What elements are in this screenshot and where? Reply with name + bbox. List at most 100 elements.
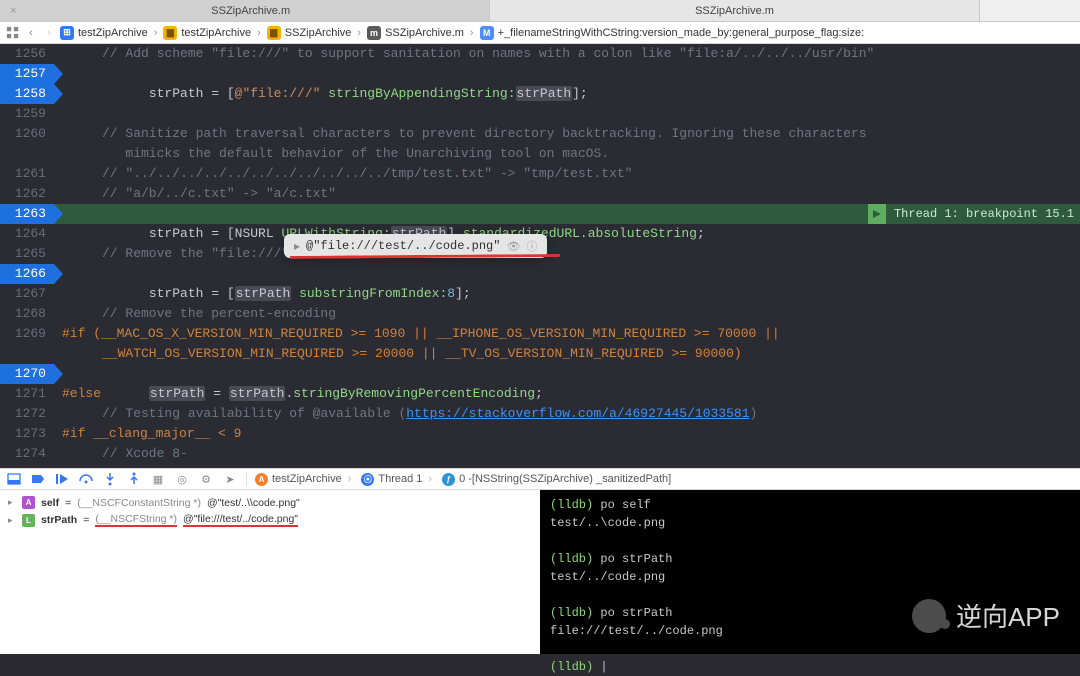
console-cursor[interactable]: |	[600, 660, 607, 674]
line-number[interactable]: 1258	[0, 84, 54, 104]
watermark-text: 逆向APP	[956, 597, 1060, 634]
disclosure-icon[interactable]: ▸	[8, 497, 16, 508]
line-number[interactable]: 1264	[0, 224, 54, 244]
breadcrumb-method[interactable]: M +_filenameStringWithCString:version_ma…	[480, 26, 873, 40]
objc-file-icon: m	[367, 26, 381, 40]
breakpoint-status-text: Thread 1: breakpoint 15.1	[894, 207, 1074, 221]
tabbar-rest	[980, 0, 1080, 21]
project-icon: ⊞	[60, 26, 74, 40]
related-items-icon[interactable]	[6, 26, 20, 40]
equals: =	[65, 497, 71, 509]
line-number[interactable]: 1257	[0, 64, 54, 84]
breadcrumb-group[interactable]: ▆ testZipArchive	[163, 26, 262, 40]
crumb-label: SSZipArchive.m	[385, 27, 464, 39]
line-number[interactable]: 1273	[0, 424, 54, 444]
breakpoint-status[interactable]: Thread 1: breakpoint 15.1	[868, 204, 1080, 224]
jump-bar[interactable]: ‹ › ⊞ testZipArchive ▆ testZipArchive ▆ …	[0, 22, 1080, 44]
editor-tab[interactable]: SSZipArchive.m	[490, 0, 980, 21]
console-cmd: po self	[600, 498, 650, 512]
code-preproc: __WATCH_OS_VERSION_MIN_REQUIRED >= 20000…	[102, 346, 742, 361]
lldb-prompt: (lldb)	[550, 660, 593, 674]
code-comment: // Xcode 8-	[102, 446, 188, 461]
line-number[interactable]: 1260	[0, 124, 54, 144]
breakpoints-toggle-icon[interactable]	[30, 471, 46, 487]
variables-view[interactable]: ▸ A self = (__NSCFConstantString *) @"te…	[0, 490, 540, 654]
line-number[interactable]: 1274	[0, 444, 54, 464]
console-output: test/..\code.png	[550, 514, 1070, 532]
line-number[interactable]: 1259	[0, 104, 54, 124]
disclosure-icon[interactable]: ▸	[8, 515, 16, 526]
nav-forward-icon[interactable]: ›	[42, 26, 56, 40]
line-number[interactable]: 1269	[0, 324, 54, 344]
crumb-label: Thread 1	[378, 473, 422, 485]
debug-crumb-process[interactable]: A testZipArchive	[255, 473, 353, 486]
nav-back-icon[interactable]: ‹	[24, 26, 38, 40]
code-comment: // Add scheme "file:///" to support sani…	[102, 46, 874, 61]
debug-crumb-frame[interactable]: ƒ 0 -[NSString(SSZipArchive) _sanitizedP…	[442, 473, 679, 486]
line-number[interactable]: 1272	[0, 404, 54, 424]
line-number[interactable]: 1271	[0, 384, 54, 404]
quicklook-icon[interactable]: 👁	[506, 240, 520, 253]
watermark: 逆向APP	[912, 597, 1060, 634]
line-number[interactable]: 1270	[0, 364, 54, 384]
hide-debug-area-icon[interactable]	[6, 471, 22, 487]
lldb-prompt: (lldb)	[550, 552, 593, 566]
crumb-label: SSZipArchive	[285, 27, 352, 39]
editor-tab[interactable]: × SSZipArchive.m	[0, 0, 490, 21]
console-cmd: po strPath	[600, 552, 672, 566]
folder-icon: ▆	[163, 26, 177, 40]
frame-icon: ƒ	[442, 473, 455, 486]
var-name: self	[41, 497, 59, 509]
info-icon[interactable]: ⓘ	[526, 238, 537, 254]
line-number[interactable]: 1256	[0, 44, 54, 64]
code-comment: // "../../../../../../../../../../../tmp…	[102, 166, 633, 181]
tab-title: SSZipArchive.m	[500, 5, 969, 17]
pc-indicator-icon	[868, 204, 886, 224]
crumb-label: testZipArchive	[272, 473, 342, 485]
process-icon: A	[255, 473, 268, 486]
breadcrumb-group[interactable]: ▆ SSZipArchive	[267, 26, 363, 40]
code-comment: // Remove the percent-encoding	[102, 306, 336, 321]
debug-view-icon[interactable]: ▦	[150, 471, 166, 487]
variable-row[interactable]: ▸ A self = (__NSCFConstantString *) @"te…	[8, 494, 532, 511]
line-number	[0, 144, 54, 164]
environment-overrides-icon[interactable]: ⚙	[198, 471, 214, 487]
code-url[interactable]: https://stackoverflow.com/a/46927445/103…	[406, 406, 749, 421]
location-icon[interactable]: ➤	[222, 471, 238, 487]
continue-icon[interactable]	[54, 471, 70, 487]
memory-graph-icon[interactable]: ◎	[174, 471, 190, 487]
line-number[interactable]: 1262	[0, 184, 54, 204]
line-number[interactable]: 1265	[0, 244, 54, 264]
code-preproc: #else	[62, 386, 101, 401]
crumb-label: 0 -[NSString(SSZipArchive) _sanitizedPat…	[459, 473, 671, 485]
code-comment: // Testing availability of @available (	[102, 406, 406, 421]
line-number[interactable]: 1267	[0, 284, 54, 304]
code-comment: // "a/b/../c.txt" -> "a/c.txt"	[102, 186, 336, 201]
line-number[interactable]: 1263	[0, 204, 54, 224]
var-value: @"test/..\\code.png"	[207, 497, 300, 509]
step-over-icon[interactable]	[78, 471, 94, 487]
code-editor[interactable]: 1256 // Add scheme "file:///" to support …	[0, 44, 1080, 468]
crumb-label: testZipArchive	[181, 27, 251, 39]
crumb-label: testZipArchive	[78, 27, 148, 39]
var-type: (__NSCFString *)	[95, 513, 177, 527]
step-out-icon[interactable]	[126, 471, 142, 487]
line-number[interactable]: 1266	[0, 264, 54, 284]
var-kind-icon: L	[22, 514, 35, 527]
code-comment: )	[750, 406, 758, 421]
code-comment: // Sanitize path traversal characters to…	[102, 126, 867, 141]
variable-row[interactable]: ▸ L strPath = (__NSCFString *) @"file://…	[8, 511, 532, 529]
breadcrumb-project[interactable]: ⊞ testZipArchive	[60, 26, 159, 40]
debug-crumb-thread[interactable]: ⦿ Thread 1	[361, 473, 434, 486]
line-number	[0, 344, 54, 364]
code-preproc: __clang_major__ < 9	[93, 426, 241, 441]
step-into-icon[interactable]	[102, 471, 118, 487]
line-number[interactable]: 1261	[0, 164, 54, 184]
code-preproc: (__MAC_OS_X_VERSION_MIN_REQUIRED >= 1090…	[93, 326, 780, 341]
method-icon: M	[480, 26, 494, 40]
debug-toolbar: ▦ ◎ ⚙ ➤ A testZipArchive ⦿ Thread 1 ƒ 0 …	[0, 468, 1080, 490]
close-icon[interactable]: ×	[10, 5, 16, 17]
line-number[interactable]: 1268	[0, 304, 54, 324]
disclosure-icon[interactable]: ▸	[294, 239, 300, 253]
breadcrumb-file[interactable]: m SSZipArchive.m	[367, 26, 476, 40]
